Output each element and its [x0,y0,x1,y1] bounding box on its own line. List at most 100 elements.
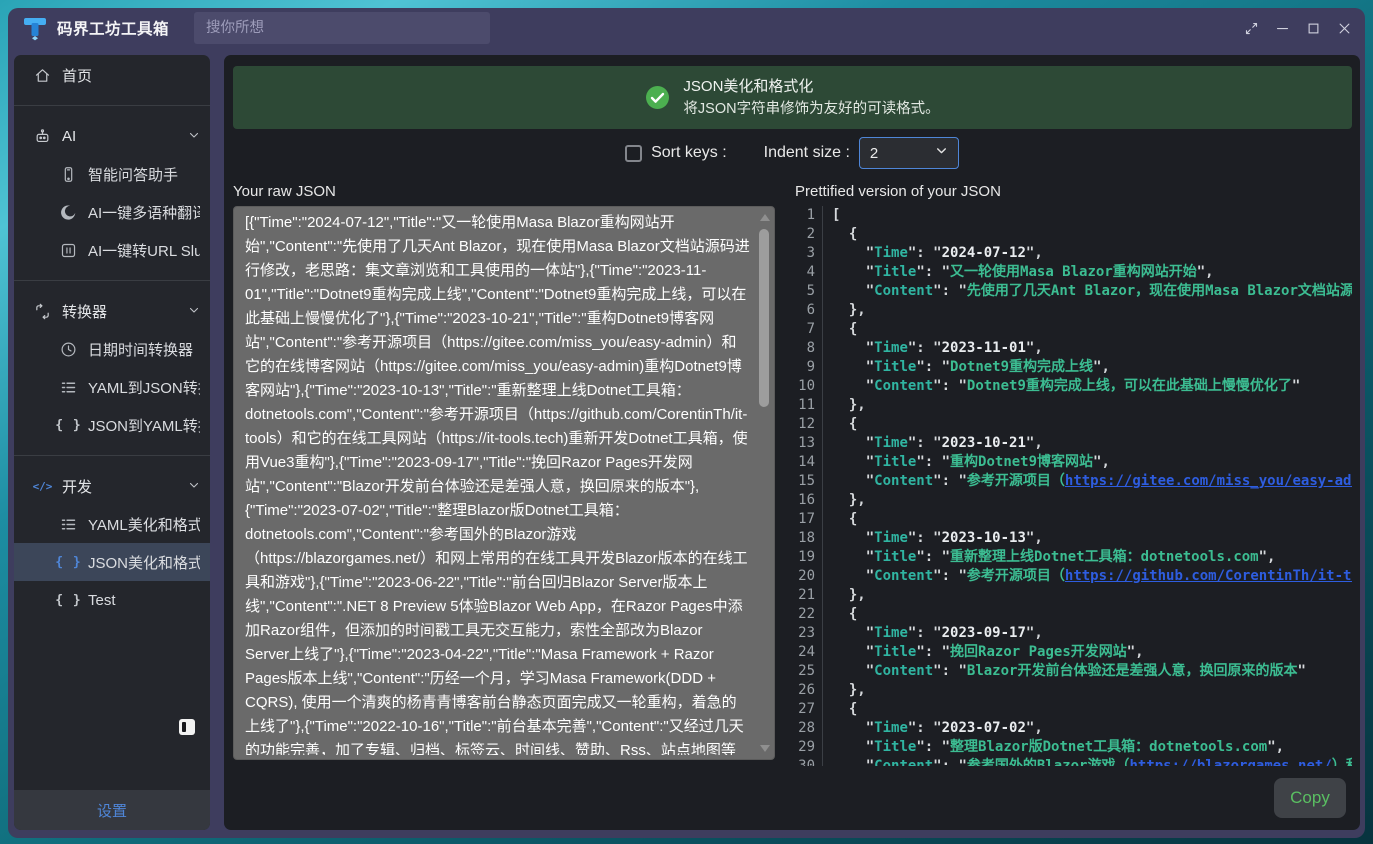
sidebar-item-label: AI [62,128,188,145]
line-content: { [823,605,1352,624]
json-token: ": " [908,625,942,641]
pretty-json-label: Prettified version of your JSON [795,181,1352,206]
maximize-icon[interactable] [1305,20,1322,37]
code-line: 26 }, [795,681,1352,700]
indent-size-select[interactable]: 2 [859,137,959,169]
json-token: ": " [933,663,967,679]
sidebar-item-label: 首页 [62,65,200,86]
settings-button[interactable]: 设置 [14,790,210,830]
list-icon [60,516,77,533]
json-token: " [832,359,874,375]
json-token: 整理Blazor版Dotnet工具箱：dotnetools.com [950,739,1267,755]
json-token: " [832,340,874,356]
json-token: ": " [916,644,950,660]
json-token: ": " [933,473,967,489]
line-content: "Content": "参考开源项目（https://github.com/Co… [823,567,1352,586]
line-number: 23 [795,624,823,643]
code-line: 7 { [795,320,1352,339]
line-content: "Title": "重新整理上线Dotnet工具箱：dotnetools.com… [823,548,1352,567]
json-token: ）和网上常用的在线工具开发Blazor版本的在线工具和游戏 [1332,758,1352,766]
json-token: ", [1267,739,1284,755]
json-token: Dotnet9重构完成上线，可以在此基础上慢慢优化了 [967,378,1292,394]
json-token: ": " [916,739,950,755]
line-content: "Content": "先使用了几天Ant Blazor，现在使用Masa Bl… [823,282,1352,301]
line-content: }, [823,301,1352,320]
json-token: ", [1197,264,1214,280]
line-number: 16 [795,491,823,510]
raw-json-textarea[interactable]: [{"Time":"2024-07-12","Title":"又一轮使用Masa… [245,211,750,755]
code-line: 24 "Title": "挽回Razor Pages开发网站", [795,643,1352,662]
code-line: 19 "Title": "重新整理上线Dotnet工具箱：dotnetools.… [795,548,1352,567]
sidebar-collapse-icon[interactable] [178,718,196,736]
code-line: 21 }, [795,586,1352,605]
json-token: " [832,625,874,641]
close-icon[interactable] [1336,20,1353,37]
sidebar-item-label: 日期时间转换器 [88,339,200,360]
line-content: { [823,225,1352,244]
json-token: ": " [908,245,942,261]
sidebar-item-ai一键转url-slug[interactable]: AI一键转URL Slug [14,231,210,269]
json-url-link[interactable]: https://blazorgames.net/ [1129,758,1331,766]
line-content: "Content": "Blazor开发前台体验还是差强人意，换回原来的版本" [823,662,1352,681]
copy-button[interactable]: Copy [1274,778,1346,818]
sidebar-item-json到yaml转换[interactable]: { }JSON到YAML转换 [14,406,210,444]
raw-json-label: Your raw JSON [233,181,775,206]
sidebar-item-ai[interactable]: AI [14,117,210,155]
line-number: 1 [795,206,823,225]
sidebar-item-开发[interactable]: </>开发 [14,467,210,505]
json-token: ": " [933,568,967,584]
json-token: }, [832,492,866,508]
sidebar-item-ai一键多语种翻译[interactable]: AI一键多语种翻译 [14,193,210,231]
json-token: Time [874,720,908,736]
line-number: 9 [795,358,823,377]
slug-icon [60,242,77,259]
json-token: Content [874,283,933,299]
line-content: { [823,700,1352,719]
minimize-icon[interactable] [1274,20,1291,37]
sidebar-item-test[interactable]: { }Test [14,581,210,619]
code-line: 22 { [795,605,1352,624]
expand-icon[interactable] [1243,20,1260,37]
line-content: "Time": "2023-10-21", [823,434,1352,453]
sidebar-item-智能问答助手[interactable]: 智能问答助手 [14,155,210,193]
scrollbar-thumb[interactable] [759,229,769,407]
json-token: 重构Dotnet9博客网站 [950,454,1093,470]
sidebar-item-json美化和格式化[interactable]: { }JSON美化和格式化 [14,543,210,581]
json-token: ": " [908,530,942,546]
line-number: 13 [795,434,823,453]
settings-label: 设置 [97,800,127,821]
json-token: " [832,739,874,755]
scroll-up-arrow-icon[interactable] [760,214,770,221]
line-number: 26 [795,681,823,700]
raw-json-scrollbar[interactable] [757,209,772,757]
scroll-down-arrow-icon[interactable] [760,745,770,752]
pretty-code[interactable]: 1[2 {3 "Time": "2024-07-12",4 "Title": "… [795,206,1352,766]
clock-icon [60,341,77,358]
sidebar-item-label: AI一键转URL Slug [88,240,200,261]
sidebar-item-转换器[interactable]: 转换器 [14,292,210,330]
sidebar-item-yaml美化和格式化[interactable]: YAML美化和格式化 [14,505,210,543]
list-icon [60,379,77,396]
search-input[interactable] [194,12,490,44]
line-content: "Title": "挽回Razor Pages开发网站", [823,643,1352,662]
sidebar-item-yaml到json转换[interactable]: YAML到JSON转换 [14,368,210,406]
sidebar-divider [14,105,210,106]
json-token: 参考开源项目（ [967,473,1065,489]
editor-panels: Your raw JSON [{"Time":"2024-07-12","Tit… [224,181,1360,766]
json-token: ", [1026,245,1043,261]
json-url-link[interactable]: https://github.com/CorentinTh/it-tools [1065,568,1352,584]
json-token: Time [874,435,908,451]
tool-banner: JSON美化和格式化 将JSON字符串修饰为友好的可读格式。 [233,66,1352,129]
json-token: 挽回Razor Pages开发网站 [950,644,1127,660]
json-token: Time [874,245,908,261]
json-url-link[interactable]: https://gitee.com/miss_you/easy-admin [1065,473,1352,489]
json-token: ": " [916,359,950,375]
format-controls: Sort keys : Indent size : 2 [224,129,1360,177]
sidebar-item-首页[interactable]: 首页 [14,56,210,94]
json-token: { [832,511,857,527]
sort-keys-checkbox[interactable] [625,145,642,162]
line-number: 7 [795,320,823,339]
sidebar-item-日期时间转换器[interactable]: 日期时间转换器 [14,330,210,368]
json-token: " [832,568,874,584]
code-line: 15 "Content": "参考开源项目（https://gitee.com/… [795,472,1352,491]
